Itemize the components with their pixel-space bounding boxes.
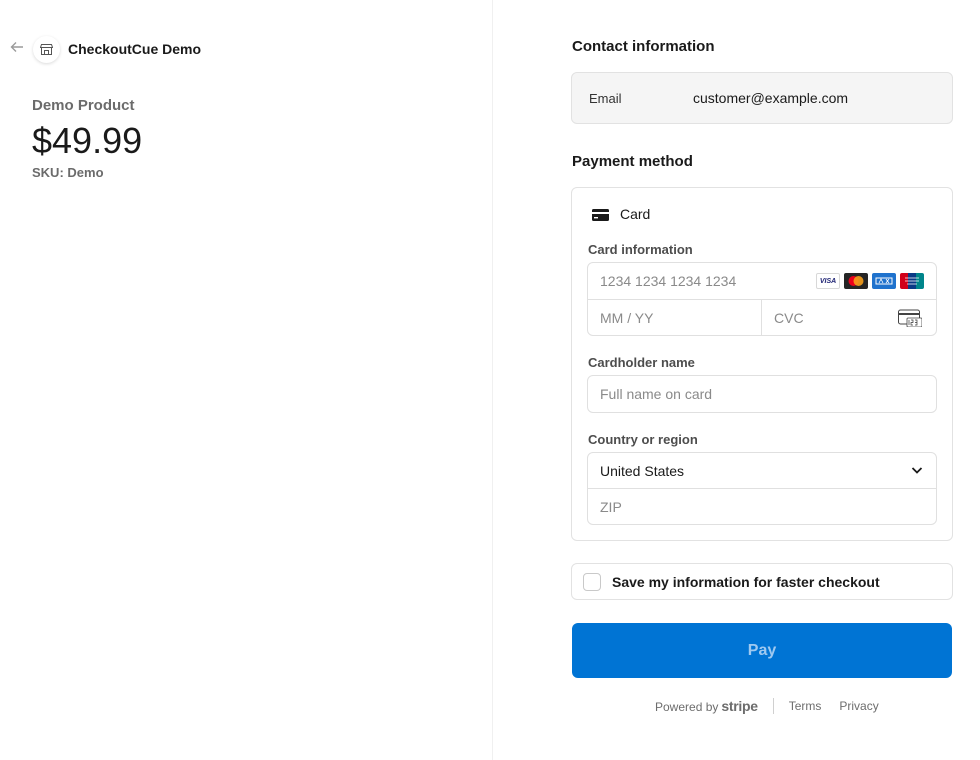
card-row-separator <box>588 299 936 300</box>
card-payment-box: Card Card information VISA <box>571 187 953 541</box>
privacy-link[interactable]: Privacy <box>839 699 878 713</box>
card-information-label: Card information <box>588 242 693 257</box>
merchant-name: CheckoutCue Demo <box>68 41 202 57</box>
powered-by-text: Powered by <box>655 700 719 714</box>
country-zip-separator <box>588 488 936 489</box>
zip-input[interactable] <box>600 498 920 516</box>
expiry-input[interactable] <box>600 309 750 327</box>
email-label: Email <box>589 91 622 106</box>
contact-section-title: Contact information <box>572 38 715 55</box>
chevron-down-icon[interactable] <box>910 463 924 477</box>
product-price: $49.99 <box>32 120 143 161</box>
email-field[interactable]: Email customer@example.com <box>571 72 953 124</box>
pay-button[interactable]: Pay <box>572 623 952 678</box>
stripe-logo: stripe <box>721 698 758 714</box>
credit-card-icon <box>592 208 609 221</box>
country-region-label: Country or region <box>588 432 698 447</box>
country-select[interactable]: United States <box>600 463 684 479</box>
amex-icon <box>872 273 896 289</box>
card-number-input[interactable] <box>600 272 810 290</box>
footer: Powered by stripe Terms Privacy <box>655 697 879 715</box>
footer-separator <box>772 698 774 714</box>
storefront-icon <box>33 36 60 63</box>
checkout-form-panel: Contact information Email customer@examp… <box>493 0 980 760</box>
save-info-checkbox[interactable] <box>583 573 601 591</box>
cardholder-name-label: Cardholder name <box>588 355 695 370</box>
save-info-row[interactable]: Save my information for faster checkout <box>571 563 953 600</box>
cardholder-name-input[interactable] <box>600 385 920 403</box>
cvc-input[interactable] <box>774 309 884 327</box>
payment-method-label[interactable]: Card <box>620 206 650 222</box>
unionpay-icon <box>900 273 924 289</box>
cardholder-name-group <box>587 375 937 413</box>
save-info-label: Save my information for faster checkout <box>612 574 880 590</box>
mastercard-icon <box>844 273 868 289</box>
card-details-group: VISA <box>587 262 937 336</box>
order-summary-panel: CheckoutCue Demo Demo Product $49.99 SKU… <box>0 0 492 760</box>
country-zip-group: United States <box>587 452 937 525</box>
powered-by[interactable]: Powered by stripe <box>655 698 758 714</box>
terms-link[interactable]: Terms <box>789 699 822 713</box>
product-name: Demo Product <box>32 97 135 114</box>
payment-section-title: Payment method <box>572 153 693 170</box>
visa-icon: VISA <box>816 273 840 289</box>
expiry-cvc-separator <box>761 299 762 335</box>
email-value: customer@example.com <box>693 90 849 106</box>
product-sku: SKU: Demo <box>32 165 104 180</box>
arrow-left-icon[interactable] <box>10 40 26 60</box>
cvc-card-icon <box>898 309 923 328</box>
card-brand-icons: VISA <box>816 273 924 289</box>
